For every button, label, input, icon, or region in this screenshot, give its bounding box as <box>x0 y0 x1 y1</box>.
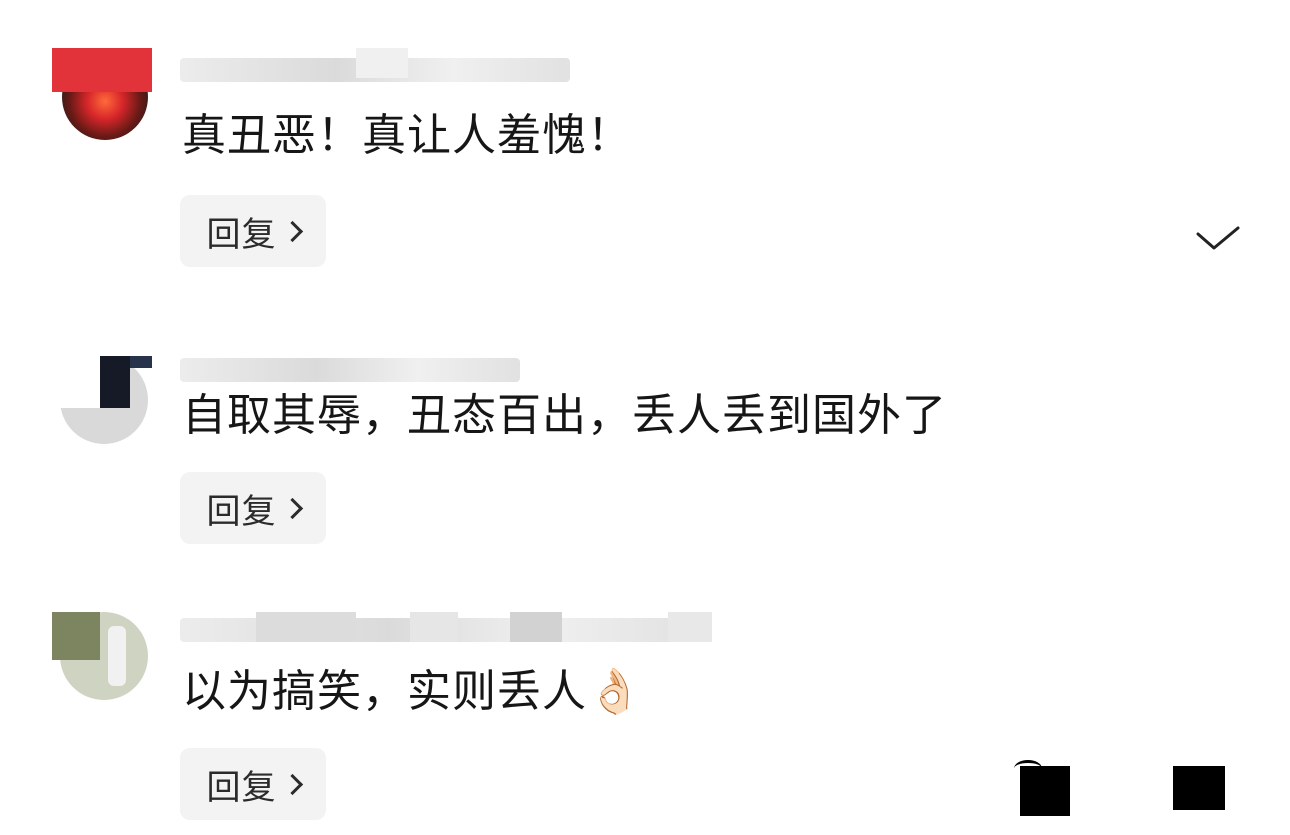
avatar-redaction <box>52 612 100 660</box>
avatar-redaction <box>100 356 130 408</box>
avatar[interactable] <box>52 48 152 148</box>
reply-label: 回复 <box>206 767 277 808</box>
avatar[interactable] <box>52 352 152 452</box>
comment-text: 以为搞笑，实则丢人👌🏻 <box>182 664 643 720</box>
ok-hand-emoji-icon: 👌🏻 <box>587 666 643 717</box>
check-icon[interactable] <box>1196 222 1240 252</box>
avatar-redaction <box>52 356 100 408</box>
comment-text-content: 以为搞笑，实则丢人 <box>182 666 587 717</box>
chevron-right-icon <box>281 497 303 519</box>
username-redacted <box>180 358 520 382</box>
avatar-redaction <box>52 48 152 92</box>
username-redaction-patch <box>410 612 458 642</box>
comment-text: 自取其辱，丑态百出，丢人丢到国外了 <box>182 390 947 441</box>
reply-button[interactable]: 回复 <box>180 748 326 820</box>
redacted-action-icon[interactable] <box>1173 766 1225 810</box>
comment-text: 真丑恶！真让人羞愧！ <box>182 110 632 161</box>
username-redaction-patch <box>356 48 408 78</box>
username-redaction-patch <box>256 612 356 642</box>
comment-list-page: 真丑恶！真让人羞愧！ 回复 自取其辱，丑态百出，丢人丢到国外了 回复 以为搞笑，… <box>0 0 1290 835</box>
chevron-right-icon <box>281 220 303 242</box>
reply-button[interactable]: 回复 <box>180 472 326 544</box>
reply-button[interactable]: 回复 <box>180 195 326 267</box>
reply-label: 回复 <box>206 214 277 255</box>
avatar-figure <box>108 626 126 686</box>
username-redaction-patch <box>510 612 562 642</box>
username-redaction-patch <box>668 612 712 642</box>
reply-label: 回复 <box>206 491 277 532</box>
chevron-right-icon <box>281 773 303 795</box>
avatar[interactable] <box>52 608 152 708</box>
redacted-action-icon[interactable] <box>1020 766 1070 816</box>
